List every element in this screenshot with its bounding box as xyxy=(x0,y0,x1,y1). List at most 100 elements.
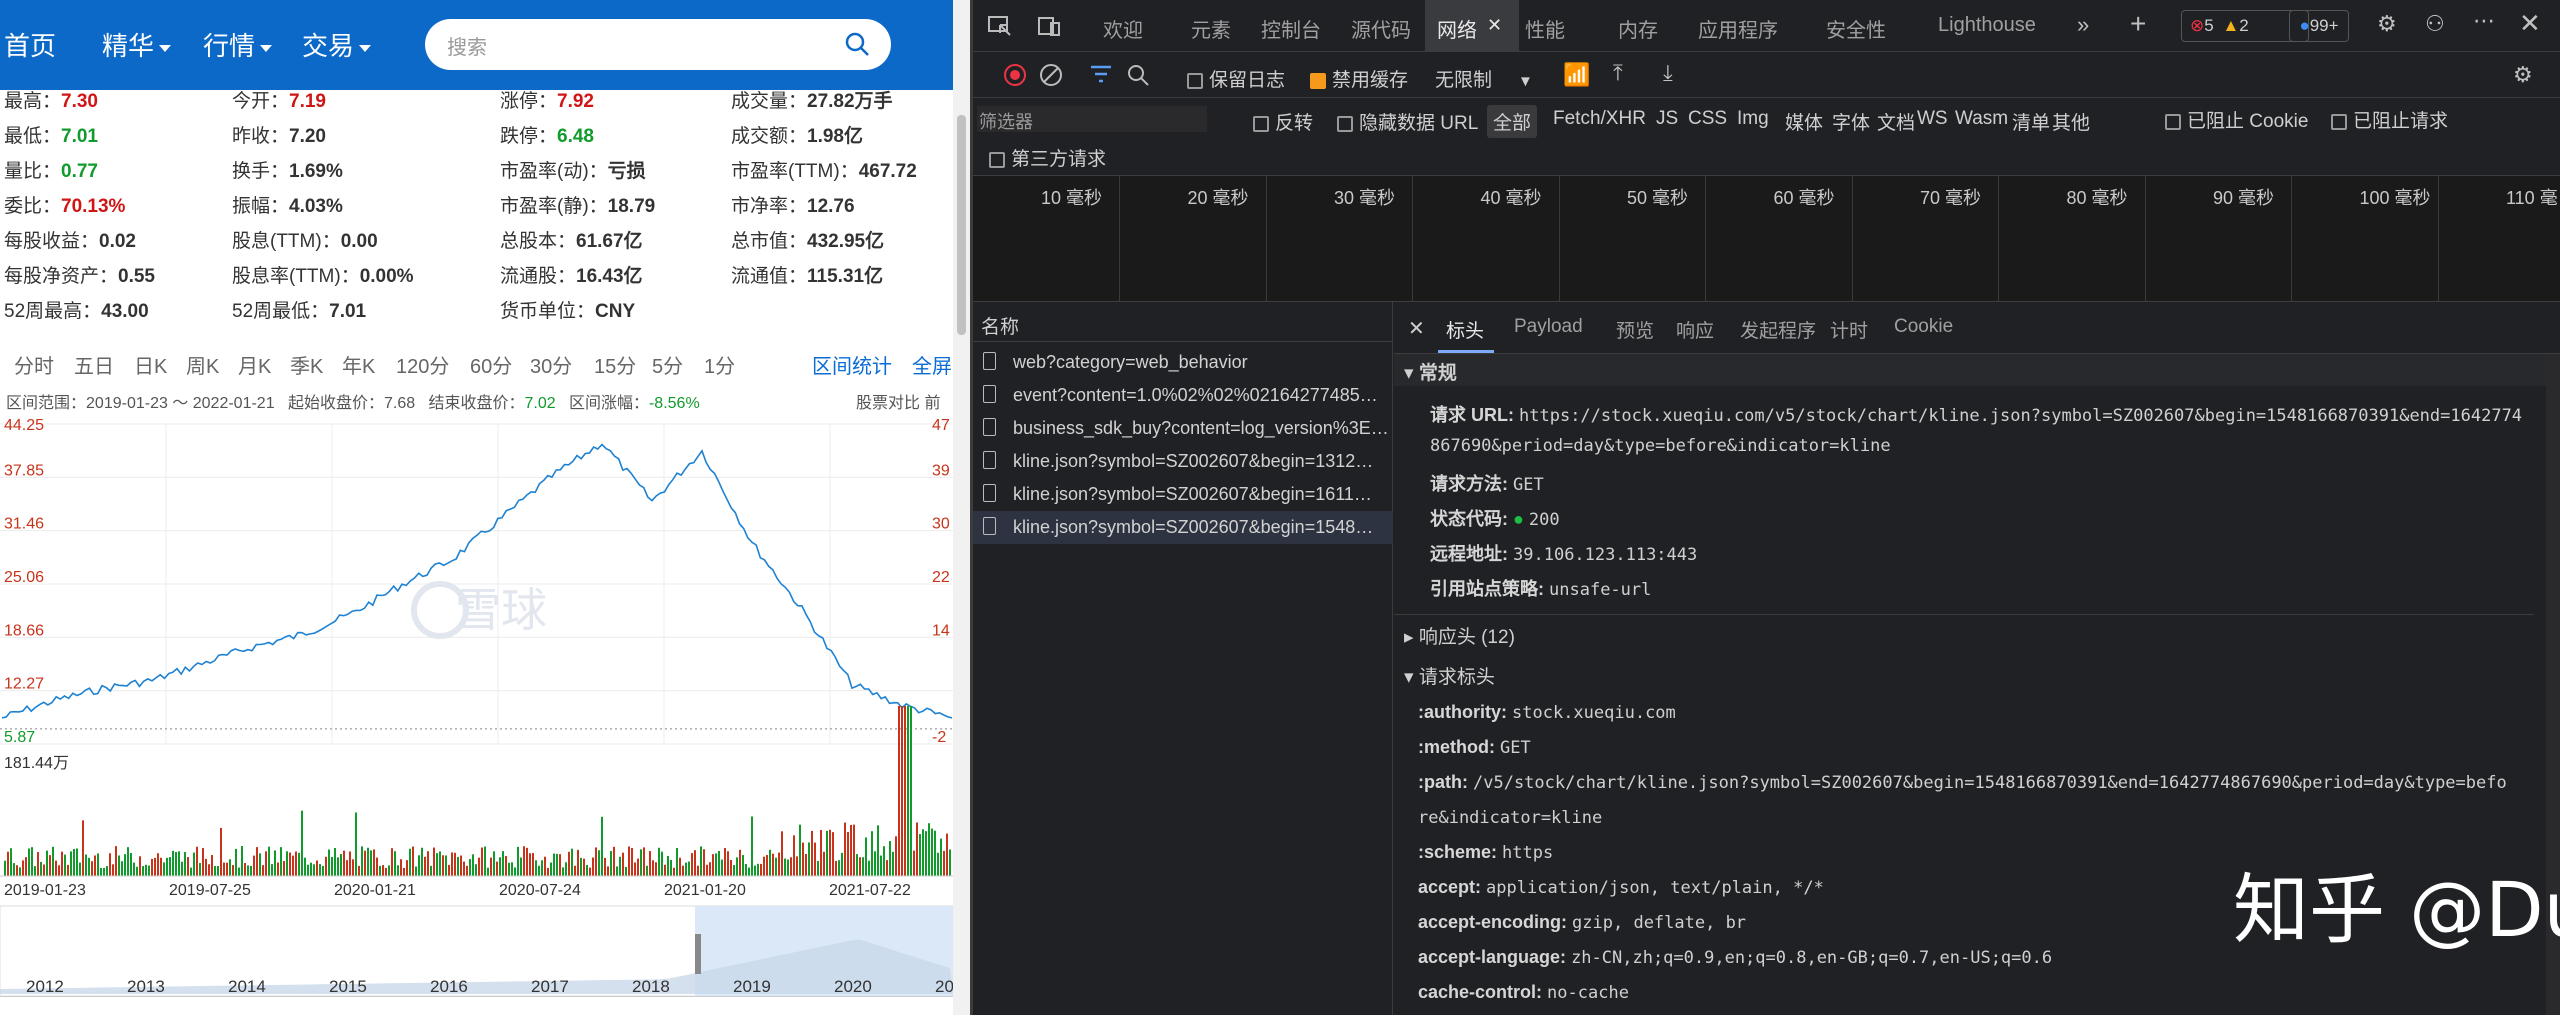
more-options-icon[interactable]: ⋯ xyxy=(2473,8,2495,34)
request-row[interactable]: web?category=web_behavior xyxy=(973,346,1393,379)
blocked-cookies-toggle[interactable]: 已阻止 Cookie xyxy=(2165,106,2308,133)
stock-compare-link[interactable]: 股票对比 前 xyxy=(856,389,940,413)
close-icon[interactable]: ✕ xyxy=(1408,316,1425,341)
third-party-checkbox[interactable] xyxy=(989,151,1005,168)
devtools-tab[interactable]: 欢迎 xyxy=(1103,14,1143,43)
preserve-log-checkbox[interactable] xyxy=(1187,72,1203,89)
devtools-tab[interactable]: 性能 xyxy=(1525,14,1565,43)
import-icon[interactable]: ⤒ xyxy=(1613,60,1623,86)
disable-cache-toggle[interactable]: 禁用缓存 xyxy=(1310,65,1408,92)
period-tab[interactable]: 周K xyxy=(186,350,219,379)
blocked-requests-checkbox[interactable] xyxy=(2331,113,2347,130)
wifi-settings-icon[interactable]: 📶 xyxy=(1563,62,1590,88)
invert-toggle[interactable]: 反转 xyxy=(1253,108,1313,135)
request-headers-header[interactable]: ▾ 请求标头 xyxy=(1404,662,1495,689)
period-tab[interactable]: 五日 xyxy=(74,350,114,379)
type-filter[interactable]: 字体 xyxy=(1832,108,1870,135)
disable-cache-checkbox[interactable] xyxy=(1310,72,1326,89)
name-column-header[interactable]: 名称 xyxy=(981,312,1019,339)
gear-icon[interactable]: ⚙ xyxy=(2377,11,2397,37)
devtools-tab[interactable]: 应用程序 xyxy=(1698,14,1778,43)
more-tabs-icon[interactable]: » xyxy=(2077,12,2089,38)
filter-input[interactable]: 筛选器 xyxy=(977,106,1207,132)
type-filter[interactable]: 其他 xyxy=(2052,108,2090,135)
invert-checkbox[interactable] xyxy=(1253,115,1269,132)
type-filter[interactable]: Wasm xyxy=(1955,108,2008,130)
period-tab[interactable]: 5分 xyxy=(652,350,683,379)
detail-tab[interactable]: Payload xyxy=(1514,316,1583,338)
nav-hangqing[interactable]: 行情 xyxy=(203,26,273,66)
period-tab[interactable]: 日K xyxy=(134,350,167,379)
type-filter[interactable]: 文档 xyxy=(1877,108,1915,135)
request-row[interactable]: kline.json?symbol=SZ002607&begin=1548… xyxy=(973,511,1393,544)
kline-chart[interactable]: 雪球44.2537.8531.4625.0618.6612.275.874739… xyxy=(0,414,953,996)
detail-tab[interactable]: 预览 xyxy=(1616,316,1654,343)
devtools-tab[interactable]: 网络 xyxy=(1437,14,1477,43)
detail-tab[interactable]: 发起程序 xyxy=(1740,316,1816,343)
close-icon[interactable]: ✕ xyxy=(1487,15,1502,36)
devtools-tab[interactable]: 源代码 xyxy=(1351,14,1411,43)
type-filter[interactable]: 媒体 xyxy=(1785,108,1823,135)
clear-icon[interactable] xyxy=(1039,63,1063,87)
search-icon[interactable] xyxy=(843,30,871,58)
export-icon[interactable]: ⤓ xyxy=(1663,60,1673,86)
blocked-cookies-checkbox[interactable] xyxy=(2165,113,2181,130)
period-tab[interactable]: 年K xyxy=(342,350,375,379)
throttle-select[interactable]: 无限制 ▼ xyxy=(1435,65,1533,92)
search-input[interactable]: 搜索 xyxy=(425,19,891,70)
message-counter[interactable]: ●99+ xyxy=(2289,10,2349,42)
period-tab[interactable]: 分时 xyxy=(14,350,54,379)
add-tab-icon[interactable]: + xyxy=(2130,8,2146,40)
inspect-icon[interactable] xyxy=(987,14,1013,38)
request-row[interactable]: event?content=1.0%02%02%02164277485… xyxy=(973,379,1393,412)
nav-home[interactable]: 首页 xyxy=(4,26,56,66)
period-tab[interactable]: 月K xyxy=(238,350,271,379)
period-tab[interactable]: 15分 xyxy=(594,350,636,379)
fullscreen-link[interactable]: 全屏 xyxy=(912,350,952,379)
close-icon[interactable]: ✕ xyxy=(2519,8,2541,39)
blocked-requests-toggle[interactable]: 已阻止请求 xyxy=(2331,106,2448,133)
type-all-button[interactable]: 全部 xyxy=(1487,105,1538,138)
nav-jinghua[interactable]: 精华 xyxy=(102,26,172,66)
search-icon[interactable] xyxy=(1125,62,1151,88)
hide-data-url-toggle[interactable]: 隐藏数据 URL xyxy=(1337,108,1478,135)
period-tab[interactable]: 120分 xyxy=(396,350,449,379)
page-scrollbar-thumb[interactable] xyxy=(957,115,966,335)
third-party-toggle[interactable]: 第三方请求 xyxy=(989,144,1106,171)
period-tab[interactable]: 30分 xyxy=(530,350,572,379)
type-filter[interactable]: 清单 xyxy=(2012,108,2050,135)
response-headers-header[interactable]: ▸ 响应头 (12) xyxy=(1404,622,1515,649)
customize-icon[interactable]: ⚇ xyxy=(2425,11,2445,37)
devtools-tab[interactable]: 安全性 xyxy=(1826,14,1886,43)
detail-tab[interactable]: 标头 xyxy=(1446,316,1484,343)
type-filter[interactable]: Img xyxy=(1737,108,1769,130)
type-filter[interactable]: WS xyxy=(1917,108,1948,130)
interval-stats-link[interactable]: 区间统计 xyxy=(812,350,892,379)
period-tab[interactable]: 60分 xyxy=(470,350,512,379)
network-timeline[interactable]: 10 毫秒 20 毫秒 30 毫秒 40 毫秒 50 毫秒 60 毫秒 70 毫秒 80 毫秒… xyxy=(973,176,2560,302)
type-filter[interactable]: Fetch/XHR xyxy=(1553,108,1646,130)
devtools-tab[interactable]: 内存 xyxy=(1618,14,1658,43)
record-icon[interactable] xyxy=(1003,63,1027,87)
nav-jiaoyi[interactable]: 交易 xyxy=(302,26,372,66)
request-row[interactable]: kline.json?symbol=SZ002607&begin=1611… xyxy=(973,478,1393,511)
general-header[interactable]: ▾ 常规 xyxy=(1394,354,2560,386)
period-tab[interactable]: 季K xyxy=(290,350,323,379)
detail-tab[interactable]: Cookie xyxy=(1894,316,1953,338)
devtools-tab[interactable]: 元素 xyxy=(1191,14,1231,43)
type-filter[interactable]: JS xyxy=(1656,108,1678,130)
gear-icon[interactable]: ⚙ xyxy=(2513,62,2533,88)
detail-tab[interactable]: 响应 xyxy=(1676,316,1714,343)
detail-tab[interactable]: 计时 xyxy=(1830,316,1868,343)
request-row[interactable]: business_sdk_buy?content=log_version%3E… xyxy=(973,412,1393,445)
device-toolbar-icon[interactable] xyxy=(1037,14,1061,38)
devtools-tab[interactable]: 控制台 xyxy=(1261,14,1321,43)
request-row[interactable]: kline.json?symbol=SZ002607&begin=1312… xyxy=(973,445,1393,478)
type-filter[interactable]: CSS xyxy=(1688,108,1727,130)
devtools-tab[interactable]: Lighthouse xyxy=(1938,14,2036,37)
hide-data-url-checkbox[interactable] xyxy=(1337,115,1353,132)
preserve-log-toggle[interactable]: 保留日志 xyxy=(1187,65,1285,92)
period-tab[interactable]: 1分 xyxy=(704,350,735,379)
filter-icon[interactable] xyxy=(1089,64,1113,86)
overview-handle[interactable] xyxy=(695,934,701,974)
